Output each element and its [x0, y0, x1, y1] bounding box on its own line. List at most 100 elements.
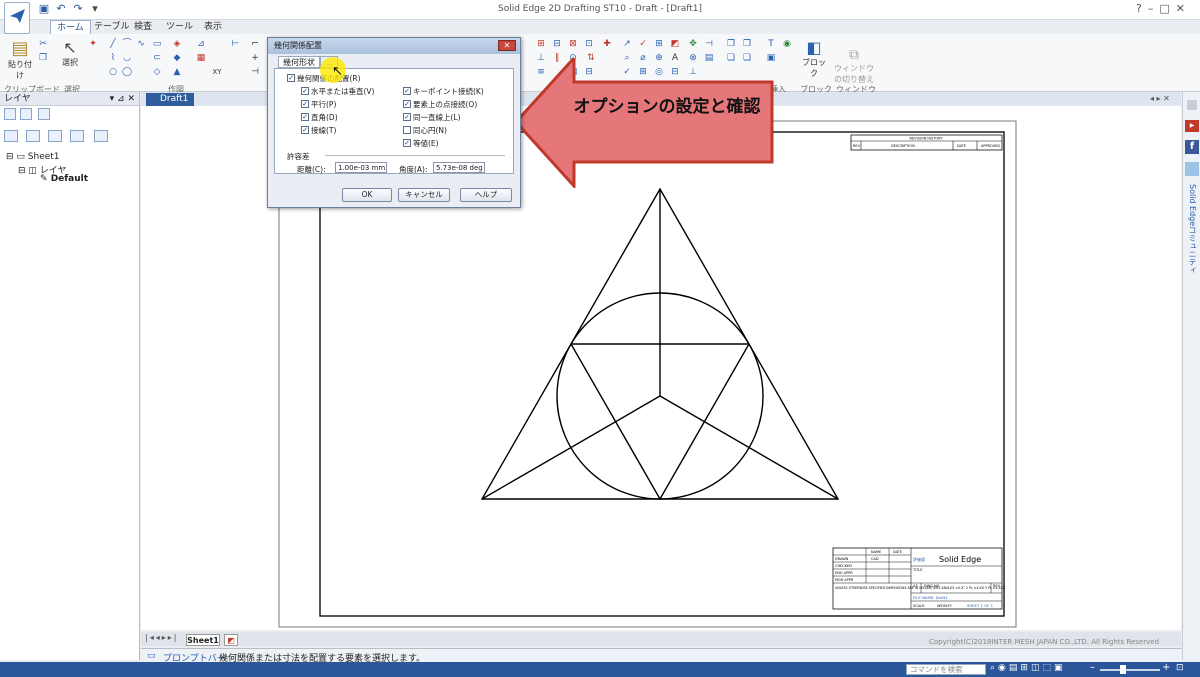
zoom-out-icon[interactable]: – — [1090, 662, 1095, 673]
dim-icon-5[interactable]: ⊣ — [704, 40, 714, 49]
checkbox[interactable]: ✓ — [301, 87, 309, 95]
checkbox[interactable]: ✓ — [403, 100, 411, 108]
document-tab-draft1[interactable]: Draft1 ✕ — [146, 93, 194, 117]
curve-icon[interactable]: ⌇ — [108, 54, 118, 63]
relation-icon-5[interactable]: ✚ — [602, 40, 612, 49]
save-icon[interactable]: ▣ — [38, 3, 50, 15]
help-button[interactable]: ヘルプ — [460, 188, 512, 202]
checkbox[interactable]: ✓ — [403, 87, 411, 95]
youtube-icon[interactable]: ▶ — [1185, 120, 1199, 132]
checkbox[interactable]: ✓ — [403, 139, 411, 147]
ok-button[interactable]: OK — [342, 188, 392, 202]
tree-sheet[interactable]: ⊟ ▭ Sheet1 — [6, 152, 60, 162]
tab-view[interactable]: 表示 — [198, 20, 228, 35]
chk-point-on-element[interactable]: ✓ 要素上の点接続(O) — [403, 99, 477, 109]
layer-hide-icon[interactable] — [48, 130, 62, 142]
qat-dropdown-icon[interactable]: ▾ — [89, 3, 101, 15]
add-sheet-icon[interactable]: ◩ — [224, 634, 238, 646]
pane-controls-icon[interactable]: ▾ ⊿ ✕ — [110, 92, 135, 106]
application-button[interactable] — [4, 2, 30, 34]
rectangle-icon[interactable]: ▭ — [152, 40, 162, 49]
pane-tool-icon-3[interactable] — [38, 108, 50, 120]
dialog-tab-geometry[interactable]: 幾何形状 — [278, 56, 320, 68]
line-icon[interactable]: ╱ — [108, 40, 118, 49]
redo-icon[interactable]: ↷ — [72, 3, 84, 15]
layer-delete-icon[interactable] — [94, 130, 108, 142]
dim-icon-4[interactable]: ◩ — [670, 40, 680, 49]
layer-new-icon[interactable] — [4, 130, 18, 142]
chk-collinear[interactable]: ✓ 同一直線上(L) — [403, 112, 461, 122]
relation-icon-2[interactable]: ⊟ — [552, 40, 562, 49]
copy-icon[interactable]: ❐ — [38, 54, 48, 63]
chk-perpendicular[interactable]: ✓ 直角(D) — [301, 112, 338, 122]
tab-inspect[interactable]: 検査 — [128, 20, 158, 35]
sheet-tab-sheet1[interactable]: Sheet1 — [186, 634, 220, 646]
pane-tool-icon-1[interactable] — [4, 108, 16, 120]
tree-default-layer[interactable]: ✎ Default — [40, 174, 88, 184]
zoom-slider[interactable] — [1100, 669, 1160, 671]
checkbox[interactable]: ✓ — [301, 100, 309, 108]
trim-icon[interactable]: ⊣ — [250, 68, 260, 77]
chk-parallel[interactable]: ✓ 平行(P) — [301, 99, 336, 109]
dialog-title-bar[interactable]: 幾何関係配置 — [268, 38, 520, 54]
cut-icon[interactable]: ✂ — [38, 40, 48, 49]
tool-icon[interactable]: ✦ — [88, 40, 98, 49]
pin-icon[interactable] — [1187, 100, 1197, 110]
chk-equal[interactable]: ✓ 等値(E) — [403, 138, 439, 148]
polyline-icon[interactable]: ∿ — [136, 40, 146, 49]
dim-icon-1[interactable]: ↗ — [622, 40, 632, 49]
fragment-icon-2[interactable]: ❐ — [742, 40, 752, 49]
command-search-input[interactable]: コマンドを検索 — [906, 664, 986, 675]
angle-field[interactable]: 5.73e-08 deg — [433, 162, 485, 173]
relation-icon-4[interactable]: ⊡ — [584, 40, 594, 49]
zoom-slider-thumb[interactable] — [1120, 665, 1126, 674]
checkbox[interactable]: ✓ — [287, 74, 295, 82]
xy-icon[interactable]: XY — [212, 68, 222, 77]
corner-icon[interactable]: ⌐ — [250, 40, 260, 49]
checkbox[interactable]: ✓ — [403, 113, 411, 121]
community-icon[interactable] — [1185, 162, 1199, 176]
select-button[interactable]: ↖ 選択 — [58, 38, 82, 68]
triangle-icon[interactable]: ▲ — [172, 68, 182, 77]
pane-tool-icon-2[interactable] — [20, 108, 32, 120]
dimension-icon[interactable]: ⊢ — [230, 40, 240, 49]
community-label[interactable]: Solid Edgeコミュニティ — [1186, 184, 1198, 294]
checkbox[interactable]: ✓ — [301, 113, 309, 121]
undo-icon[interactable]: ↶ — [55, 3, 67, 15]
polygon-icon[interactable]: ◇ — [152, 68, 162, 77]
chk-keypoint[interactable]: ✓ キーポイント接続(K) — [403, 86, 484, 96]
block-button[interactable]: ◧ ブロック — [800, 38, 828, 79]
globe-icon[interactable]: ◉ — [782, 40, 792, 49]
offset-icon[interactable]: ⊂ — [152, 54, 162, 63]
chk-tangent[interactable]: ✓ 接線(T) — [301, 125, 336, 135]
hatch-icon[interactable]: ▦ — [196, 54, 206, 63]
plus-icon[interactable]: + — [250, 54, 260, 63]
mirror-icon[interactable]: ◆ — [172, 54, 182, 63]
window-controls[interactable]: ?–□✕ — [1136, 2, 1196, 16]
layer-show-icon[interactable] — [26, 130, 40, 142]
chk-horizontal-vertical[interactable]: ✓ 水平または垂直(V) — [301, 86, 374, 96]
ellipse-icon[interactable]: ◯ — [122, 68, 132, 77]
circle-icon[interactable]: ○ — [108, 68, 118, 77]
facebook-icon[interactable]: f — [1185, 140, 1199, 154]
arc-icon[interactable]: ⌒ — [122, 40, 132, 49]
distance-field[interactable]: 1.00e-03 mm — [335, 162, 387, 173]
move-icon[interactable]: ✥ — [688, 40, 698, 49]
fill-icon[interactable]: ◈ — [172, 40, 182, 49]
checkbox[interactable] — [403, 126, 411, 134]
tangent-arc-icon[interactable]: ◡ — [122, 54, 132, 63]
fit-view-icon[interactable]: ⊡ — [1176, 663, 1184, 673]
dim-icon-3[interactable]: ⊞ — [654, 40, 664, 49]
text-tool-icon[interactable]: T — [766, 40, 776, 49]
checkbox[interactable]: ✓ — [301, 126, 309, 134]
tab-tools[interactable]: ツール — [160, 20, 199, 35]
tab-home[interactable]: ホーム — [50, 20, 91, 35]
chk-concentric[interactable]: 同心円(N) — [403, 125, 447, 135]
paste-button[interactable]: ▤ 貼り付け — [6, 38, 34, 81]
fragment-icon-1[interactable]: ❐ — [726, 40, 736, 49]
zoom-in-icon[interactable]: + — [1162, 662, 1170, 673]
dialog-close-button[interactable]: ✕ — [498, 40, 516, 51]
layer-move-icon[interactable] — [70, 130, 84, 142]
view-tool-icons[interactable]: ⌕◉▤⊞◫⬚▣ — [990, 663, 1065, 673]
dim-icon-2[interactable]: ✓ — [638, 40, 648, 49]
